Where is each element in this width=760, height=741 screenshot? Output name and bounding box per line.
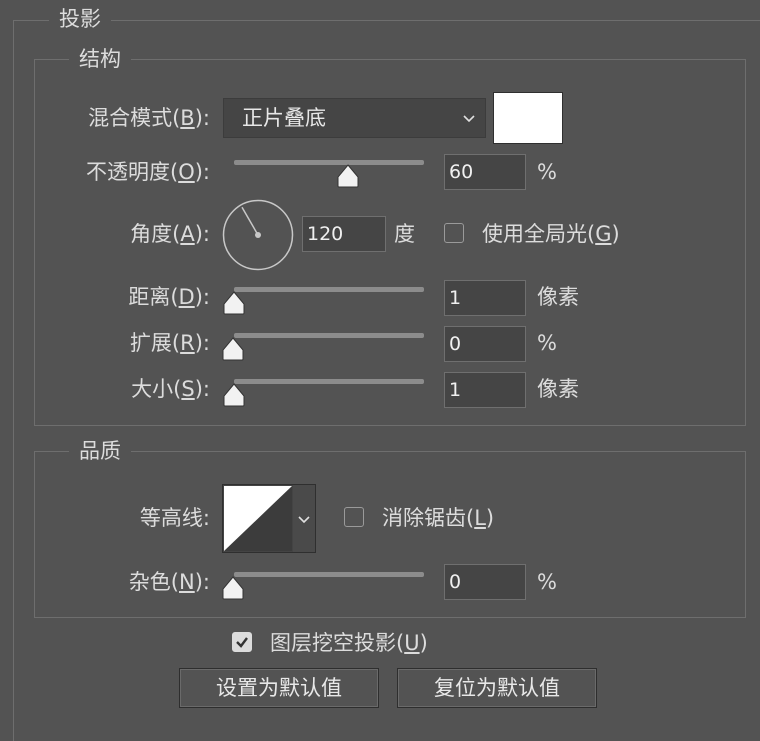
noise-input[interactable]: 0 xyxy=(444,564,526,600)
knockout-label: 图层挖空投影(U) xyxy=(270,631,428,655)
opacity-unit: % xyxy=(537,160,557,184)
distance-input[interactable]: 1 xyxy=(444,280,526,316)
contour-picker[interactable] xyxy=(222,484,316,553)
global-light-label: 使用全局光(G) xyxy=(482,222,620,246)
knockout-checkbox[interactable] xyxy=(232,632,252,652)
spread-input[interactable]: 0 xyxy=(444,326,526,362)
spread-slider-track[interactable] xyxy=(234,333,424,338)
opacity-input[interactable]: 60 xyxy=(444,154,526,190)
structure-legend: 结构 xyxy=(69,46,131,72)
size-unit: 像素 xyxy=(537,377,579,401)
noise-slider-thumb[interactable] xyxy=(222,576,244,600)
angle-dial[interactable] xyxy=(222,199,294,271)
size-slider-track[interactable] xyxy=(234,379,424,384)
opacity-label: 不透明度(O): xyxy=(85,160,210,184)
distance-slider-thumb[interactable] xyxy=(223,291,245,315)
blend-mode-select[interactable]: 正片叠底 xyxy=(223,98,486,138)
make-default-button[interactable]: 设置为默认值 xyxy=(179,668,379,708)
spread-slider-thumb[interactable] xyxy=(222,337,244,361)
noise-label: 杂色(N): xyxy=(128,570,210,594)
dialog-title: 投影 xyxy=(49,6,111,32)
reset-default-button[interactable]: 复位为默认值 xyxy=(397,668,597,708)
global-light-checkbox[interactable] xyxy=(444,223,464,243)
distance-label: 距离(D): xyxy=(128,285,210,309)
opacity-slider-thumb[interactable] xyxy=(337,164,359,188)
contour-dropdown-icon[interactable] xyxy=(293,485,315,552)
angle-unit: 度 xyxy=(394,222,415,246)
blend-mode-label: 混合模式(B): xyxy=(88,106,210,130)
contour-preview-icon xyxy=(224,486,292,551)
size-label: 大小(S): xyxy=(131,377,210,401)
size-slider-thumb[interactable] xyxy=(223,383,245,407)
anti-alias-checkbox[interactable] xyxy=(344,507,364,527)
angle-input[interactable]: 120 xyxy=(302,216,386,252)
size-input[interactable]: 1 xyxy=(444,372,526,408)
distance-slider-track[interactable] xyxy=(234,287,424,292)
chevron-down-icon xyxy=(463,115,475,123)
distance-unit: 像素 xyxy=(537,285,579,309)
noise-slider-track[interactable] xyxy=(234,572,424,577)
shadow-color-swatch[interactable] xyxy=(493,92,563,144)
contour-label: 等高线: xyxy=(139,506,210,530)
angle-label: 角度(A): xyxy=(130,222,210,246)
quality-legend: 品质 xyxy=(69,438,131,464)
opacity-slider-track[interactable] xyxy=(234,160,424,165)
checkmark-icon xyxy=(236,637,248,648)
anti-alias-label: 消除锯齿(L) xyxy=(382,506,495,530)
spread-unit: % xyxy=(537,331,557,355)
spread-label: 扩展(R): xyxy=(129,331,210,355)
noise-unit: % xyxy=(537,570,557,594)
blend-mode-value: 正片叠底 xyxy=(242,106,326,130)
